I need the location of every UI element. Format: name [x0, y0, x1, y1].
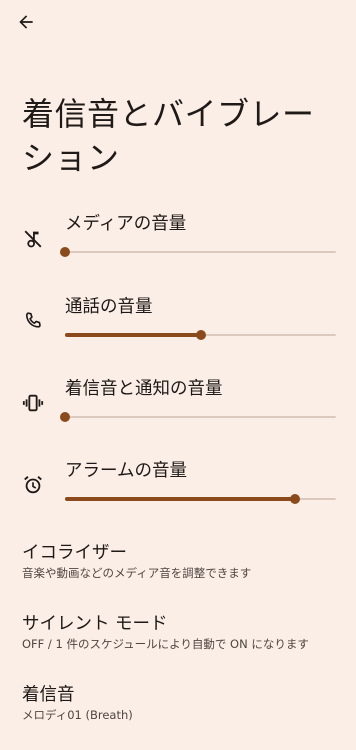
back-arrow-icon	[19, 15, 33, 29]
alarm-clock-icon	[24, 476, 42, 494]
alarm-volume-slider[interactable]	[59, 489, 336, 509]
slider-thumb[interactable]	[60, 247, 70, 257]
ring-volume-slider[interactable]	[59, 407, 336, 427]
equalizer-summary: 音楽や動画などのメディア音を調整できます	[22, 566, 252, 580]
call-volume-slider[interactable]	[59, 325, 336, 345]
slider-thumb[interactable]	[60, 412, 70, 422]
ring-volume-row: 着信音と通知の音量	[0, 377, 356, 455]
call-volume-label: 通話の音量	[65, 297, 153, 317]
media-volume-row: メディアの音量	[0, 212, 356, 290]
ring-volume-label: 着信音と通知の音量	[65, 379, 223, 399]
silent-mode-item[interactable]: サイレント モード OFF / 1 件のスケジュールにより自動で ON になりま…	[22, 612, 342, 653]
equalizer-title: イコライザー	[22, 543, 127, 563]
silent-mode-summary: OFF / 1 件のスケジュールにより自動で ON になります	[22, 637, 309, 651]
ringtone-item[interactable]: 着信音 メロディ01 (Breath)	[22, 683, 342, 724]
slider-track	[65, 416, 336, 418]
alarm-volume-label: アラームの音量	[65, 461, 187, 481]
phone-icon	[25, 312, 41, 328]
slider-thumb[interactable]	[195, 330, 206, 340]
slider-fill	[65, 333, 201, 337]
vibrate-icon	[22, 394, 44, 412]
silent-mode-title: サイレント モード	[22, 614, 168, 634]
ringtone-summary: メロディ01 (Breath)	[22, 708, 133, 722]
ringtone-title: 着信音	[22, 685, 75, 705]
media-volume-label: メディアの音量	[65, 214, 187, 234]
page-title: 着信音とバイブレーション	[22, 95, 315, 177]
call-volume-row: 通話の音量	[0, 295, 356, 373]
equalizer-item[interactable]: イコライザー 音楽や動画などのメディア音を調整できます	[22, 541, 342, 582]
slider-fill	[65, 497, 296, 501]
alarm-volume-row: アラームの音量	[0, 459, 356, 537]
slider-track	[65, 251, 336, 253]
media-volume-slider[interactable]	[59, 242, 336, 262]
slider-thumb[interactable]	[290, 494, 301, 504]
music-note-off-icon	[24, 230, 42, 248]
back-button[interactable]	[12, 8, 40, 36]
